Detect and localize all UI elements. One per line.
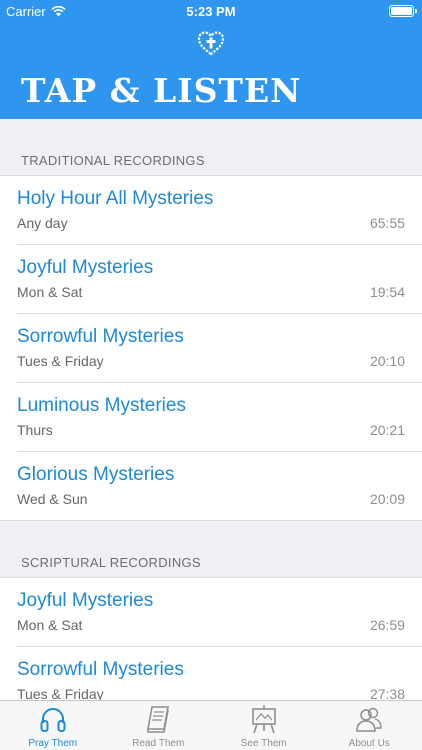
recording-title: Glorious Mysteries	[17, 464, 175, 485]
section-title: SCRIPTURAL RECORDINGS	[21, 555, 201, 570]
section-header-traditional: TRADITIONAL RECORDINGS	[0, 119, 422, 175]
recording-row[interactable]: Sorrowful Mysteries Tues & Friday 20:10	[0, 314, 422, 383]
recording-row[interactable]: Glorious Mysteries Wed & Sun 20:09	[0, 452, 422, 521]
recording-title: Sorrowful Mysteries	[17, 659, 184, 680]
battery-icon	[389, 5, 417, 17]
recording-title: Joyful Mysteries	[17, 257, 154, 278]
status-time: 5:23 PM	[186, 4, 236, 19]
status-bar: Carrier 5:23 PM	[0, 0, 422, 22]
recording-row[interactable]: Joyful Mysteries Mon & Sat 26:59	[0, 578, 422, 647]
tab-label: Pray Them	[28, 738, 78, 749]
tab-bar: Pray Them Read Them See Them About Us	[0, 700, 422, 750]
recording-days: Thurs	[17, 422, 53, 438]
recording-title: Sorrowful Mysteries	[17, 326, 184, 347]
recording-days: Mon & Sat	[17, 284, 83, 300]
tab-label: About Us	[348, 738, 390, 749]
recording-days: Tues & Friday	[17, 353, 104, 369]
recording-row[interactable]: Luminous Mysteries Thurs 20:21	[0, 383, 422, 452]
headphones-icon	[40, 708, 66, 732]
recording-days: Any day	[17, 215, 68, 231]
recording-row[interactable]: Joyful Mysteries Mon & Sat 19:54	[0, 245, 422, 314]
recording-duration: 20:21	[369, 422, 405, 438]
section-header-scriptural: SCRIPTURAL RECORDINGS	[0, 521, 422, 577]
section-title: TRADITIONAL RECORDINGS	[21, 153, 205, 168]
tab-see-them[interactable]: See Them	[211, 701, 317, 750]
recording-duration: 19:54	[369, 284, 405, 300]
tab-read-them[interactable]: Read Them	[106, 701, 212, 750]
recording-duration: 20:09	[369, 491, 405, 507]
recording-title: Luminous Mysteries	[17, 395, 186, 416]
app-header: Carrier 5:23 PM TAP & LISTEN	[0, 0, 422, 119]
tab-label: See Them	[240, 738, 287, 749]
recording-title: Joyful Mysteries	[17, 590, 154, 611]
book-icon	[147, 706, 170, 733]
recording-row[interactable]: Holy Hour All Mysteries Any day 65:55	[0, 176, 422, 245]
tab-about-us[interactable]: About Us	[317, 701, 422, 750]
easel-icon	[251, 705, 276, 734]
tab-pray-them[interactable]: Pray Them	[0, 701, 106, 750]
recording-days: Mon & Sat	[17, 617, 83, 633]
recording-duration: 20:10	[369, 353, 405, 369]
recording-duration: 65:55	[369, 215, 405, 231]
page-title: TAP & LISTEN	[21, 71, 302, 110]
recording-duration: 26:59	[369, 617, 405, 633]
people-icon	[356, 707, 382, 732]
recording-days: Wed & Sun	[17, 491, 88, 507]
tab-label: Read Them	[132, 738, 185, 749]
rosary-heart-icon	[197, 31, 225, 56]
recording-title: Holy Hour All Mysteries	[17, 188, 214, 209]
